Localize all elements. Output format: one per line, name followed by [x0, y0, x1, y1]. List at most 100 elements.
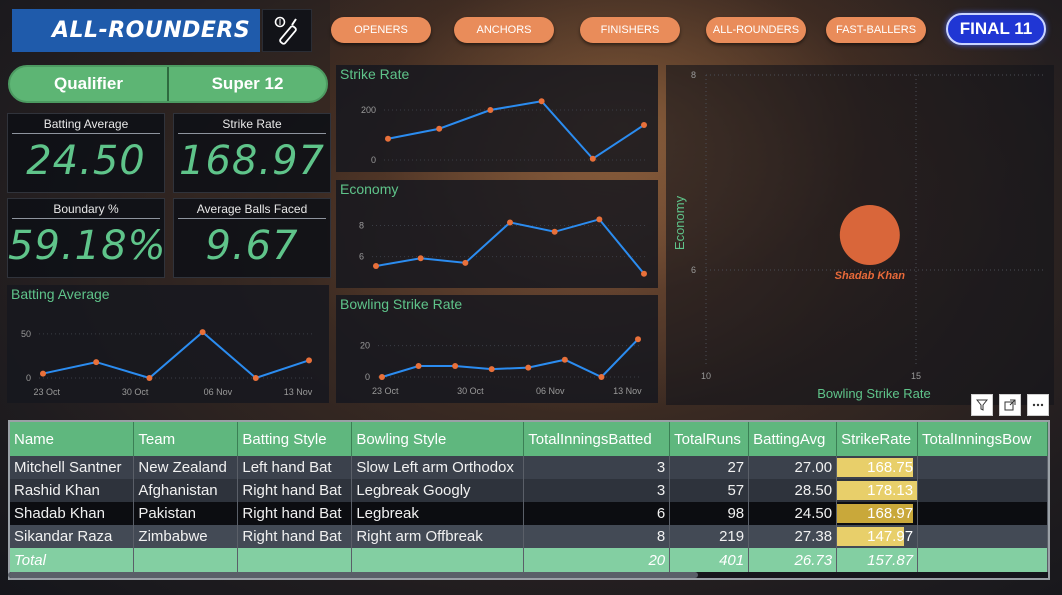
data-point[interactable]: [589, 155, 596, 162]
toggle-qualifier[interactable]: Qualifier: [10, 67, 167, 101]
strike-rate-value: 178.13: [867, 482, 914, 499]
data-point[interactable]: [596, 216, 603, 223]
y-tick-label: 8: [359, 221, 364, 231]
series-line: [381, 338, 639, 379]
kpi-value: 9.67: [205, 223, 299, 269]
cricket-bat-icon: [262, 9, 312, 52]
kpi-strike-rate: Strike Rate 168.97: [173, 113, 331, 193]
col-total-innings-batted[interactable]: TotalInningsBatted: [523, 422, 671, 456]
nav-all-rounders-button[interactable]: ALL-ROUNDERS: [706, 17, 806, 43]
total-cell: 157.87: [836, 548, 919, 572]
table-cell: 178.13: [836, 479, 919, 502]
x-tick-label: 10: [701, 371, 711, 381]
bowling-strike-rate-chart[interactable]: Bowling Strike Rate 0 20 23 Oct 30 Oct 06 No…: [336, 295, 658, 403]
x-axis-title: Bowling Strike Rate: [817, 386, 930, 401]
data-point[interactable]: [462, 259, 469, 266]
table-cell: [917, 479, 1048, 502]
x-tick-label: 23 Oct: [34, 387, 61, 397]
total-cell: [237, 548, 353, 572]
final-11-button[interactable]: FINAL 11: [946, 13, 1046, 45]
col-total-runs[interactable]: TotalRuns: [669, 422, 750, 456]
nav-finishers-button[interactable]: FINISHERS: [580, 17, 680, 43]
data-point[interactable]: [385, 135, 391, 142]
total-cell: 401: [669, 548, 750, 572]
data-point[interactable]: [40, 370, 46, 377]
table-row[interactable]: Rashid Khan Afghanistan Right hand Bat Legb…: [10, 479, 1048, 502]
y-axis-title: Economy: [672, 195, 687, 250]
data-point[interactable]: [641, 270, 647, 277]
economy-vs-bowling-sr-scatter[interactable]: 6 8 10 15 Bowling Strike Rate Economy Shadab K…: [666, 65, 1054, 405]
more-options-icon[interactable]: [1027, 394, 1049, 416]
kpi-label: Boundary %: [12, 199, 160, 219]
table-cell: 98: [669, 502, 750, 525]
y-tick-label: 6: [691, 265, 696, 275]
data-point[interactable]: [538, 98, 545, 105]
col-strike-rate[interactable]: StrikeRate: [836, 422, 919, 456]
table-header-row: Name Team Batting Style Bowling Style To…: [10, 422, 1048, 456]
data-point[interactable]: [93, 359, 100, 366]
table-row[interactable]: Mitchell Santner New Zealand Left hand Bat…: [10, 456, 1048, 479]
table-row[interactable]: Shadab Khan Pakistan Right hand Bat Legbrea…: [10, 502, 1048, 525]
y-tick-label: 0: [26, 373, 31, 383]
bowling-strike-rate-svg: 0 20 23 Oct 30 Oct 06 Nov 13 Nov: [360, 336, 642, 396]
table-cell: Zimbabwe: [133, 525, 239, 548]
filter-icon[interactable]: [971, 394, 993, 416]
kpi-value: 59.18%: [8, 223, 167, 269]
col-batting-style[interactable]: Batting Style: [237, 422, 353, 456]
data-point[interactable]: [306, 357, 312, 364]
economy-chart[interactable]: Economy 68: [336, 180, 658, 288]
series-line: [375, 218, 645, 275]
scatter-bubble[interactable]: [839, 205, 900, 265]
data-point[interactable]: [598, 374, 605, 380]
table-cell: [917, 502, 1048, 525]
data-point[interactable]: [641, 122, 647, 128]
data-point[interactable]: [373, 263, 379, 269]
scatter-svg: 6 8 10 15 Bowling Strike Rate Economy Shadab K…: [672, 70, 1046, 401]
y-tick-label: 200: [361, 105, 376, 115]
table-cell: Slow Left arm Orthodox: [351, 456, 525, 479]
table-cell: New Zealand: [133, 456, 239, 479]
focus-mode-icon[interactable]: [999, 394, 1021, 416]
kpi-label: Average Balls Faced: [178, 199, 326, 219]
page-title: ALL-ROUNDERS: [12, 9, 260, 52]
table-horizontal-scrollbar[interactable]: [8, 572, 698, 578]
strike-rate-chart[interactable]: Strike Rate 0 200: [336, 65, 658, 172]
nav-anchors-button[interactable]: ANCHORS: [454, 17, 554, 43]
col-total-innings-bowled[interactable]: TotalInningsBow: [917, 422, 1048, 456]
data-point[interactable]: [199, 329, 206, 336]
data-point[interactable]: [525, 364, 532, 371]
nav-fast-ballers-button[interactable]: FAST-BALLERS: [826, 17, 926, 43]
data-point[interactable]: [436, 125, 443, 132]
data-point[interactable]: [488, 366, 495, 373]
players-table[interactable]: Name Team Batting Style Bowling Style To…: [8, 420, 1050, 580]
data-point[interactable]: [252, 375, 259, 381]
x-tick-label: 15: [911, 371, 921, 381]
data-point[interactable]: [415, 363, 422, 369]
table-cell: 8: [523, 525, 671, 548]
total-cell: 20: [523, 548, 671, 572]
data-point[interactable]: [551, 228, 558, 235]
strike-rate-value: 168.97: [867, 505, 914, 522]
toggle-super-12[interactable]: Super 12: [167, 67, 326, 101]
col-bowling-style[interactable]: Bowling Style: [351, 422, 525, 456]
data-point[interactable]: [507, 219, 513, 226]
table-cell: Right arm Offbreak: [351, 525, 525, 548]
table-cell: 27.38: [748, 525, 838, 548]
table-cell: Pakistan: [133, 502, 239, 525]
col-name[interactable]: Name: [10, 422, 135, 456]
data-point[interactable]: [487, 107, 494, 113]
table-row[interactable]: Sikandar Raza Zimbabwe Right hand Bat Right…: [10, 525, 1048, 548]
data-point[interactable]: [452, 363, 459, 369]
strike-rate-value: 168.75: [867, 459, 914, 476]
data-point[interactable]: [635, 336, 641, 343]
total-cell: [917, 548, 1048, 572]
col-batting-avg[interactable]: BattingAvg: [748, 422, 838, 456]
col-team[interactable]: Team: [133, 422, 239, 456]
data-point[interactable]: [561, 356, 568, 363]
table-cell: 147.97: [836, 525, 919, 548]
data-point[interactable]: [146, 375, 153, 381]
nav-openers-button[interactable]: OPENERS: [331, 17, 431, 43]
data-point[interactable]: [417, 255, 424, 262]
data-point[interactable]: [379, 374, 385, 380]
batting-average-chart[interactable]: Batting Average 0 50 23 Oct 30 Oct 06 Nov 13 …: [7, 285, 329, 403]
